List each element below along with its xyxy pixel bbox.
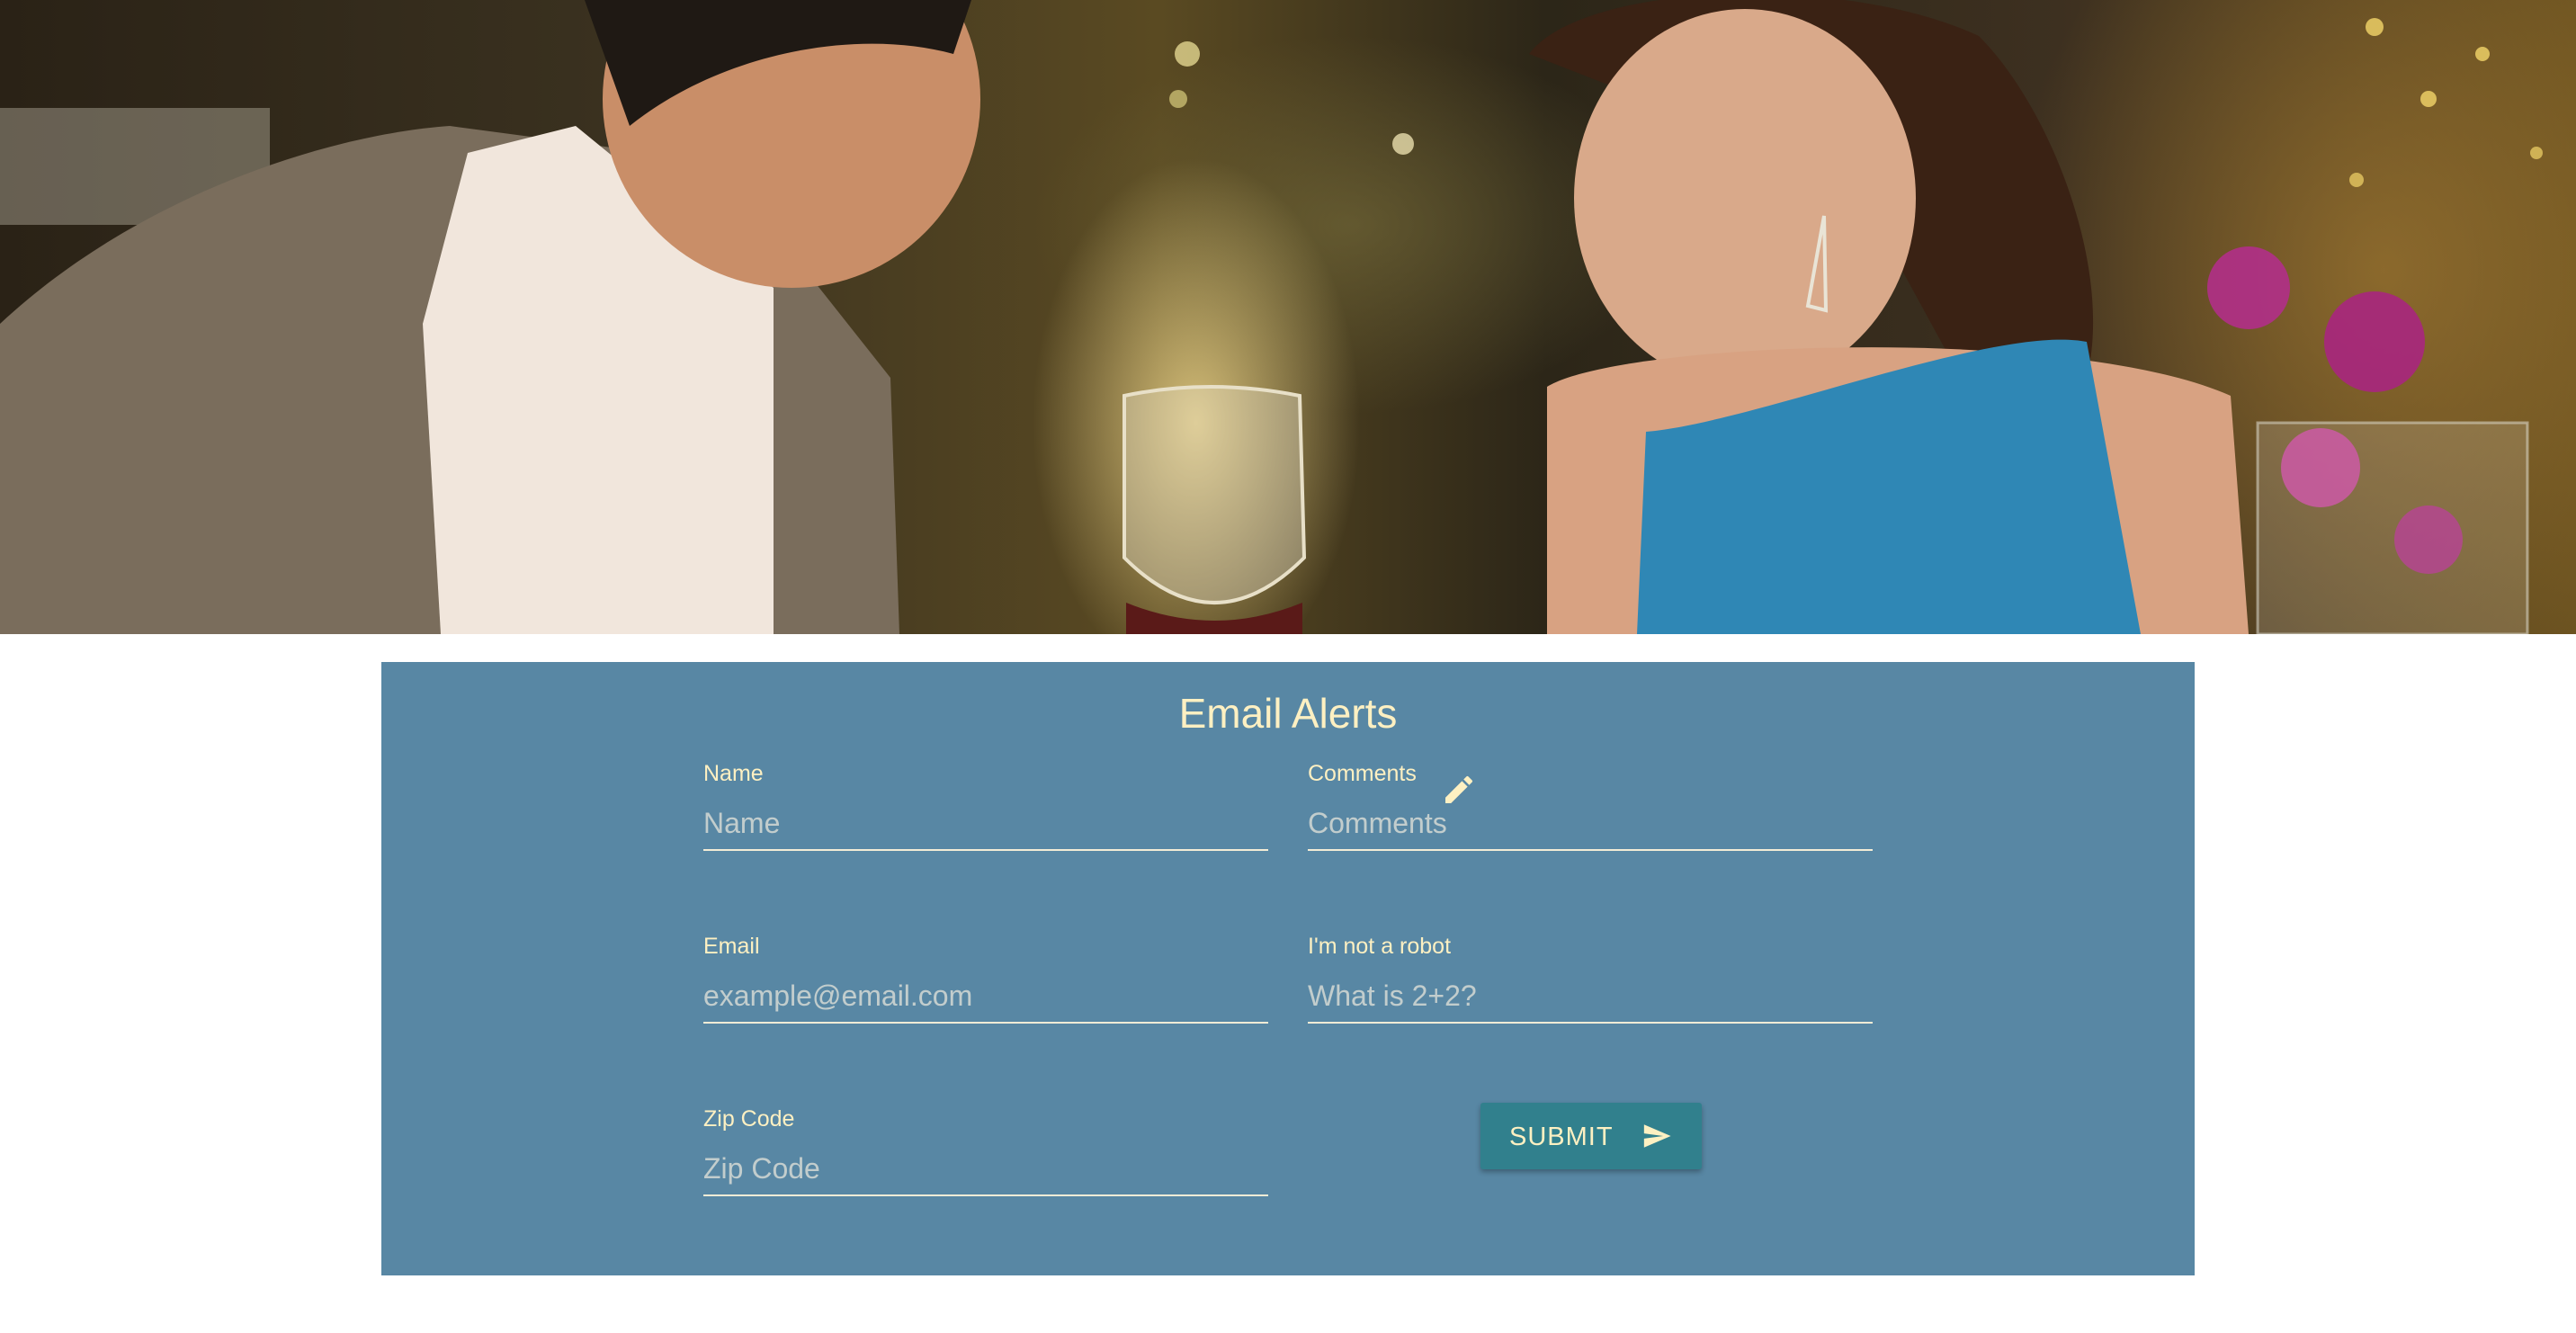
email-label: Email xyxy=(703,934,760,959)
email-alerts-form: Email Alerts Name Email Zip Code Comment… xyxy=(381,662,2195,1275)
zip-label: Zip Code xyxy=(703,1106,795,1132)
robot-check-input[interactable] xyxy=(1308,970,1873,1024)
submit-button-label: SUBMIT xyxy=(1509,1123,1614,1151)
hero-image xyxy=(0,0,2576,634)
form-title: Email Alerts xyxy=(1178,690,1398,737)
zip-input[interactable] xyxy=(703,1142,1268,1196)
comments-input[interactable] xyxy=(1308,797,1873,851)
name-input[interactable] xyxy=(703,797,1268,851)
robot-check-field-group: I'm not a robot xyxy=(1308,934,1873,1042)
send-icon xyxy=(1643,1124,1671,1148)
name-label: Name xyxy=(703,761,764,786)
submit-button[interactable]: SUBMIT xyxy=(1480,1103,1702,1169)
comments-field-group: Comments xyxy=(1308,761,1873,869)
name-field-group: Name xyxy=(703,761,1268,869)
hero-illustration xyxy=(0,0,2543,634)
comments-label: Comments xyxy=(1308,761,1417,786)
email-field-group: Email xyxy=(703,934,1268,1042)
robot-check-label: I'm not a robot xyxy=(1308,934,1452,959)
zip-field-group: Zip Code xyxy=(703,1106,1268,1214)
email-input[interactable] xyxy=(703,970,1268,1024)
